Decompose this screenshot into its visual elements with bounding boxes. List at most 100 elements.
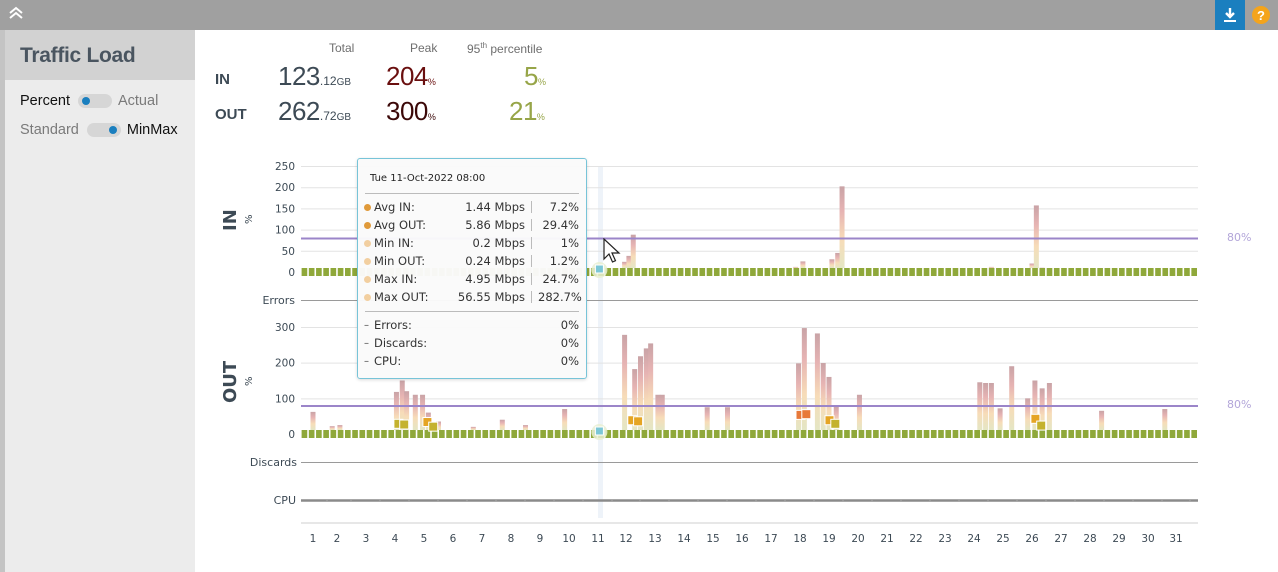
out-avg-bar <box>345 430 351 438</box>
in-avg-bar <box>641 268 648 276</box>
in-avg-bar <box>1169 268 1176 276</box>
out-max-bar <box>562 409 568 430</box>
in-avg-bar <box>945 268 952 276</box>
tooltip-series-name: Min OUT: <box>374 254 426 268</box>
in-avg-bar <box>873 268 879 276</box>
out-avg-bar <box>815 430 821 438</box>
in-avg-bar <box>880 268 886 276</box>
in-avg-bar <box>670 268 677 276</box>
out-avg-marker <box>399 419 410 430</box>
out-max-bar <box>310 411 316 430</box>
x-tick-label: 24 <box>967 533 981 545</box>
tooltip-series-name: Avg OUT: <box>374 218 427 232</box>
out-avg-bar <box>1184 430 1190 438</box>
in-avg-bar <box>323 268 329 276</box>
in-avg-bar <box>627 268 633 276</box>
out-avg-bar <box>381 430 387 438</box>
x-tick-label: 4 <box>392 533 399 545</box>
in-avg-bar <box>894 268 901 276</box>
out-avg-bar <box>728 430 735 438</box>
out-avg-bar <box>1169 430 1176 438</box>
tooltip-series-value: 0.24 Mbps <box>465 254 525 268</box>
in-avg-bar <box>1119 268 1125 276</box>
in-max-bar <box>626 255 632 268</box>
out-avg-bar <box>1075 430 1082 438</box>
out-avg-bar <box>316 430 322 438</box>
out-y-tick-label: 300 <box>275 322 295 334</box>
in-avg-bar <box>1191 268 1197 276</box>
x-tick-label: 21 <box>880 533 893 545</box>
out-avg-bar <box>836 430 843 438</box>
out-max-bar <box>412 394 418 430</box>
in-avg-bar <box>1053 268 1060 276</box>
out-avg-bar <box>1039 430 1046 438</box>
out-avg-marker <box>830 418 841 429</box>
out-avg-bar <box>779 430 785 438</box>
out-max-bar <box>997 408 1003 430</box>
out-avg-bar <box>1155 430 1161 438</box>
in-avg-bar <box>713 268 720 276</box>
out-avg-bar <box>902 430 908 438</box>
in-avg-bar <box>1061 268 1067 276</box>
out-avg-bar <box>460 430 467 438</box>
out-avg-bar <box>525 430 532 438</box>
dash-icon: – <box>364 319 369 331</box>
series-dot-icon <box>364 293 371 301</box>
x-tick-label: 6 <box>450 533 457 545</box>
out-avg-bar <box>945 430 952 438</box>
x-tick-label: 20 <box>851 533 864 545</box>
in-avg-bar <box>728 268 735 276</box>
x-tick-label: 19 <box>822 533 835 545</box>
tooltip-row: Min OUT: 0.24 Mbps 1.2% <box>364 253 579 269</box>
out-avg-bar <box>670 430 677 438</box>
out-avg-bar <box>446 430 452 438</box>
in-avg-bar <box>815 268 821 276</box>
in-avg-bar <box>1155 268 1161 276</box>
tooltip-extra-name: Errors: <box>374 318 412 332</box>
in-avg-bar <box>844 268 850 276</box>
out-avg-bar <box>692 430 698 438</box>
discards-label: Discards <box>250 456 297 469</box>
tooltip-series-name: Avg IN: <box>374 200 415 214</box>
out-max-bar <box>337 425 343 430</box>
in-avg-bar <box>858 268 865 276</box>
out-max-bar <box>523 425 528 430</box>
out-avg-marker <box>1036 420 1047 431</box>
out-avg-bar <box>627 430 633 438</box>
series-dot-icon <box>364 257 371 265</box>
in-avg-bar <box>337 268 344 276</box>
tooltip-series-name: Max OUT: <box>374 290 429 304</box>
out-avg-bar <box>786 430 792 438</box>
out-max-bar <box>499 419 505 430</box>
out-avg-bar <box>533 430 539 438</box>
out-avg-bar <box>547 430 554 438</box>
tooltip-extra-name: CPU: <box>374 354 402 368</box>
out-avg-bar <box>511 430 518 438</box>
in-avg-bar <box>301 268 308 276</box>
in-avg-bar <box>959 268 966 276</box>
out-avg-bar <box>757 430 763 438</box>
in-avg-bar <box>699 268 706 276</box>
in-avg-bar <box>1082 268 1089 276</box>
out-avg-bar <box>656 430 662 438</box>
out-avg-bar <box>750 430 756 438</box>
in-avg-bar <box>836 268 843 276</box>
out-avg-bar <box>482 430 489 438</box>
out-avg-bar <box>489 430 496 438</box>
in-avg-bar <box>634 268 640 276</box>
traffic-chart[interactable]: IN % 250200150100500 80% Errors OUT % 30… <box>0 0 1278 572</box>
in-avg-bar <box>764 268 771 276</box>
dash-icon: – <box>364 355 369 367</box>
in-avg-bar <box>757 268 763 276</box>
in-avg-bar <box>1024 268 1031 276</box>
in-max-bar <box>630 234 636 268</box>
in-y-tick-label: 0 <box>288 267 295 279</box>
in-avg-bar <box>851 268 858 276</box>
out-avg-bar <box>540 430 546 438</box>
out-avg-bar <box>641 430 648 438</box>
x-tick-label: 3 <box>363 533 370 545</box>
out-avg-bar <box>1061 430 1067 438</box>
out-avg-bar <box>1133 430 1140 438</box>
out-avg-bar <box>518 430 525 438</box>
in-avg-bar <box>902 268 908 276</box>
